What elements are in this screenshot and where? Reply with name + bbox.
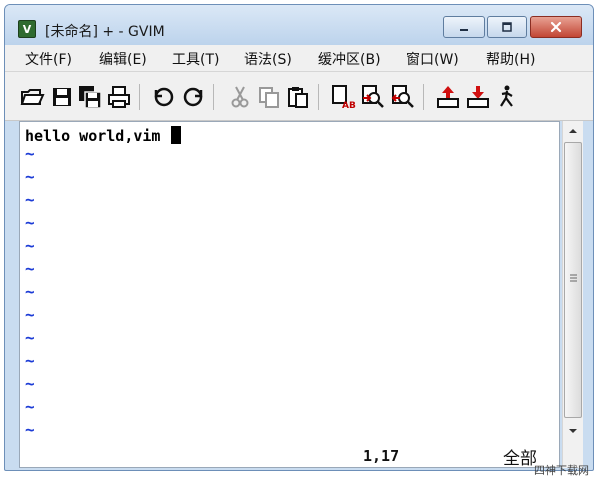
- grip-icon: [570, 274, 577, 282]
- undo-icon: [154, 87, 174, 107]
- window-title: [未命名] + - GVIM: [45, 24, 165, 40]
- close-icon: [550, 21, 562, 33]
- text-cursor: [170, 126, 181, 144]
- redo-icon: [183, 87, 203, 107]
- save-all-icon: [79, 86, 102, 109]
- empty-line-marker: ~: [25, 351, 35, 370]
- open-button[interactable]: [19, 84, 45, 110]
- minimize-icon: [460, 29, 468, 31]
- find-next-button[interactable]: [360, 84, 386, 110]
- toolbar: AB: [5, 72, 593, 121]
- empty-line-marker: ~: [25, 305, 35, 324]
- maximize-icon: [502, 22, 512, 32]
- print-button[interactable]: [106, 84, 132, 110]
- redo-button[interactable]: [180, 84, 206, 110]
- scroll-percent: 全部: [503, 449, 537, 468]
- toolbar-separator: [139, 84, 140, 110]
- empty-line-marker: ~: [25, 328, 35, 347]
- save-session-button[interactable]: [465, 84, 491, 110]
- text-line[interactable]: hello world,vim: [25, 125, 181, 147]
- menu-window[interactable]: 窗口(W): [406, 49, 459, 69]
- empty-line-marker: ~: [25, 420, 35, 439]
- menu-file[interactable]: 文件(F): [25, 49, 72, 69]
- undo-button[interactable]: [151, 84, 177, 110]
- close-button[interactable]: [530, 16, 582, 38]
- open-icon: [20, 89, 45, 105]
- run-script-icon: [500, 85, 513, 107]
- find-replace-button[interactable]: AB: [330, 84, 356, 110]
- scroll-up-icon[interactable]: [567, 127, 579, 135]
- copy-button[interactable]: [256, 84, 282, 110]
- menu-syntax[interactable]: 语法(S): [244, 49, 292, 69]
- print-icon: [108, 86, 130, 108]
- title-bar[interactable]: V [未命名] + - GVIM: [5, 5, 593, 45]
- find-next-icon: [362, 85, 384, 108]
- minimize-button[interactable]: [443, 16, 485, 38]
- save-button[interactable]: [49, 84, 75, 110]
- cut-icon: [231, 86, 249, 108]
- scroll-down-icon[interactable]: [567, 427, 579, 435]
- copy-icon: [259, 87, 279, 108]
- menu-edit[interactable]: 编辑(E): [99, 49, 147, 69]
- toolbar-separator: [318, 84, 319, 110]
- svg-text:AB: AB: [342, 101, 356, 110]
- menu-bar: 文件(F) 编辑(E) 工具(T) 语法(S) 缓冲区(B) 窗口(W) 帮助(…: [5, 45, 593, 72]
- gvim-app-icon[interactable]: V: [18, 20, 36, 38]
- load-session-button[interactable]: [435, 84, 461, 110]
- empty-line-marker: ~: [25, 282, 35, 301]
- save-all-button[interactable]: [77, 84, 103, 110]
- load-session-icon: [437, 86, 459, 108]
- watermark: 四神下载网: [534, 464, 589, 477]
- toolbar-separator: [423, 84, 424, 110]
- vertical-scrollbar[interactable]: [562, 121, 583, 468]
- maximize-button[interactable]: [487, 16, 527, 38]
- menu-tools[interactable]: 工具(T): [172, 49, 219, 69]
- empty-line-marker: ~: [25, 374, 35, 393]
- cursor-position: 1,17: [363, 447, 400, 465]
- find-replace-icon: AB: [332, 85, 356, 110]
- cut-button[interactable]: [227, 84, 253, 110]
- empty-line-marker: ~: [25, 213, 35, 232]
- text-content: hello world,vim: [25, 127, 170, 145]
- save-session-icon: [467, 86, 489, 108]
- paste-button[interactable]: [285, 84, 311, 110]
- toolbar-separator: [213, 84, 214, 110]
- scroll-thumb[interactable]: [564, 142, 582, 418]
- save-icon: [53, 88, 71, 106]
- run-script-button[interactable]: [495, 84, 521, 110]
- text-area[interactable]: hello world,vim ~ ~ ~ ~ ~ ~ ~ ~ ~ ~ ~ ~ …: [19, 121, 560, 468]
- empty-line-marker: ~: [25, 397, 35, 416]
- menu-buffers[interactable]: 缓冲区(B): [318, 49, 381, 69]
- empty-line-marker: ~: [25, 167, 35, 186]
- empty-line-marker: ~: [25, 259, 35, 278]
- empty-line-marker: ~: [25, 236, 35, 255]
- paste-icon: [288, 87, 308, 108]
- menu-help[interactable]: 帮助(H): [486, 49, 535, 69]
- empty-line-marker: ~: [25, 144, 35, 163]
- find-prev-icon: [391, 85, 414, 108]
- empty-line-marker: ~: [25, 190, 35, 209]
- find-prev-button[interactable]: [390, 84, 416, 110]
- gvim-window: V [未命名] + - GVIM 文件(F) 编辑(E) 工具(T) 语法(S)…: [4, 4, 594, 471]
